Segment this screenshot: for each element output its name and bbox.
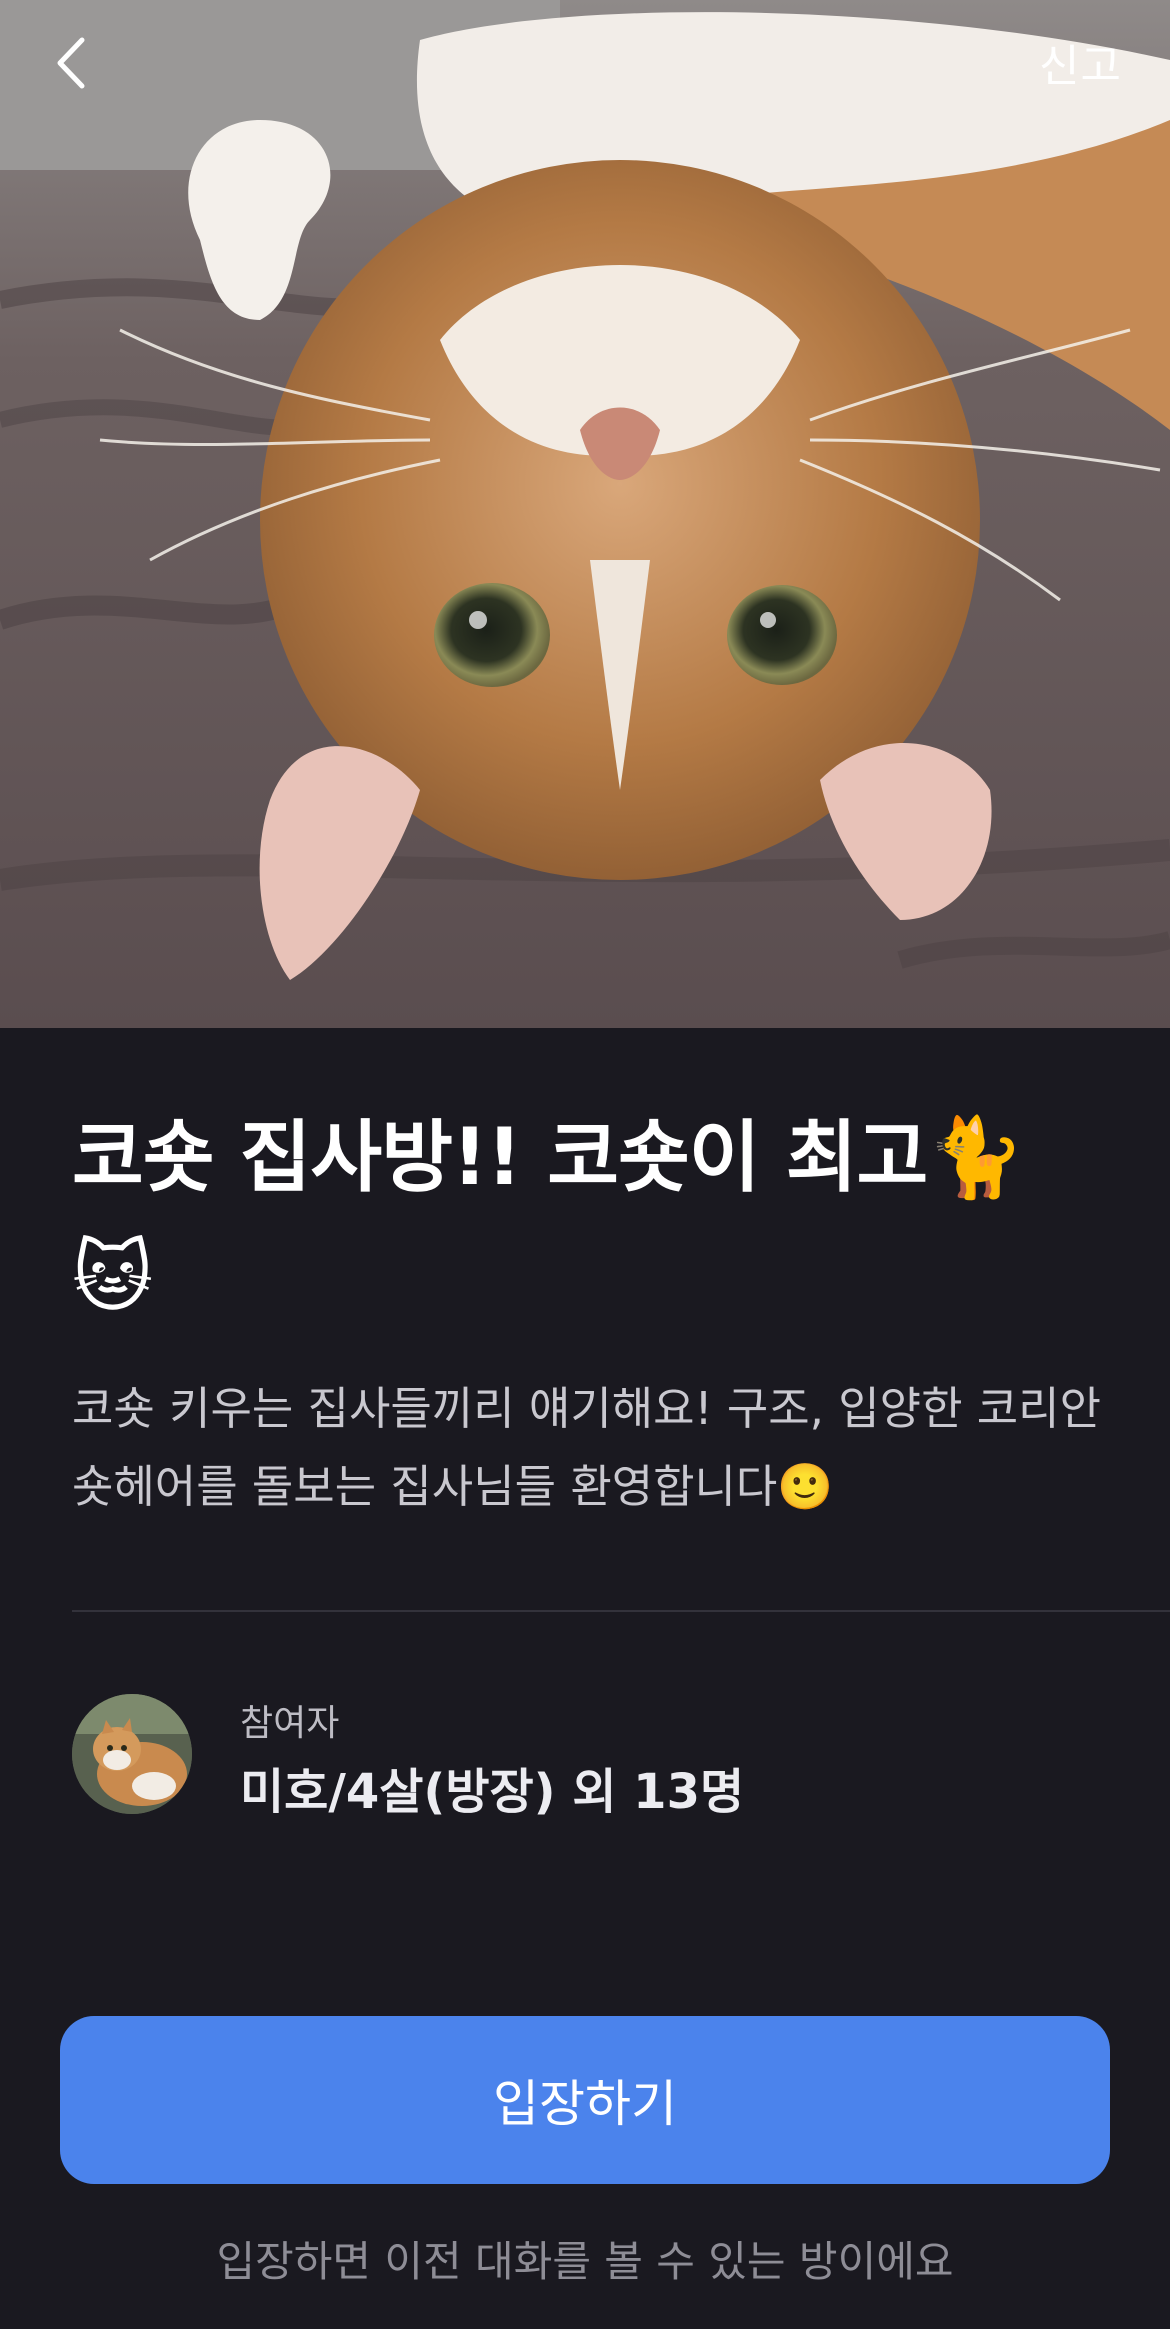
cat-illustration	[0, 0, 1170, 1028]
participants-summary: 미호/4살(방장) 외 13명	[240, 1764, 745, 1820]
chevron-left-icon	[57, 37, 85, 89]
back-button[interactable]	[44, 28, 104, 98]
avatar	[72, 1694, 192, 1814]
cat-avatar-image	[72, 1694, 192, 1814]
chat-room-preview-screen: 신고 코숏 집사방!! 코숏이 최고🐈🐱 코숏 키우는 집사들끼리 얘기해요! …	[0, 0, 1170, 2329]
enter-notice: 입장하면 이전 대화를 볼 수 있는 방이에요	[216, 2237, 954, 2286]
room-title: 코숏 집사방!! 코숏이 최고🐈🐱	[72, 1113, 1024, 1323]
divider	[72, 1610, 1170, 1612]
enter-room-button[interactable]: 입장하기	[60, 2016, 1110, 2184]
participants-section: 참여자 미호/4살(방장) 외 13명	[72, 1694, 1072, 1820]
participants-label: 참여자	[240, 1703, 340, 1744]
room-description: 코숏 키우는 집사들끼리 얘기해요! 구조, 입양한 코리안숏헤어를 돌보는 집…	[72, 1382, 1101, 1513]
report-button[interactable]: 신고	[1039, 30, 1122, 94]
cat-photo: 신고	[0, 0, 1170, 1028]
